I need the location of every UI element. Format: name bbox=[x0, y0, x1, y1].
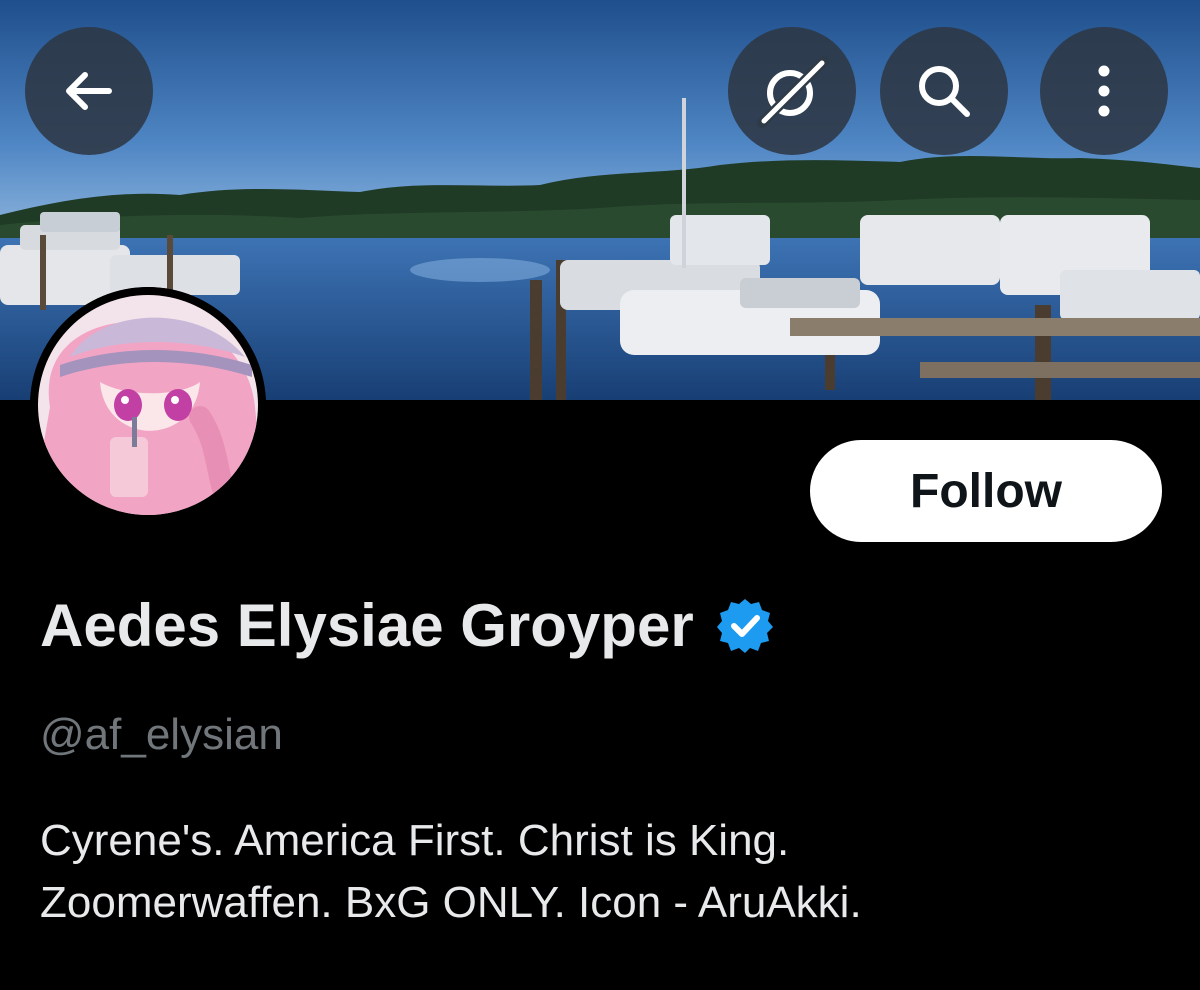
more-options-button[interactable] bbox=[1040, 27, 1168, 155]
more-vertical-icon bbox=[1098, 65, 1110, 117]
grok-icon bbox=[757, 56, 829, 128]
search-button[interactable] bbox=[880, 27, 1008, 155]
back-button[interactable] bbox=[25, 27, 153, 155]
profile-handle: @af_elysian bbox=[40, 710, 283, 759]
bio-line: Cyrene's. America First. Christ is King. bbox=[40, 816, 790, 865]
profile-avatar[interactable] bbox=[30, 287, 266, 523]
search-icon bbox=[919, 66, 970, 117]
grok-button[interactable] bbox=[728, 27, 856, 155]
profile-bio: Cyrene's. America First. Christ is King.… bbox=[40, 810, 1160, 934]
avatar-image bbox=[30, 287, 266, 523]
follow-button[interactable]: Follow bbox=[810, 440, 1162, 542]
display-name: Aedes Elysiae Groyper bbox=[40, 591, 694, 659]
bio-line: Zoomerwaffen. BxG ONLY. Icon - AruAkki. bbox=[40, 878, 862, 927]
profile-name-row: Aedes Elysiae Groyper bbox=[40, 590, 774, 660]
verified-badge-icon[interactable] bbox=[716, 596, 774, 654]
arrow-left-icon bbox=[66, 72, 112, 110]
